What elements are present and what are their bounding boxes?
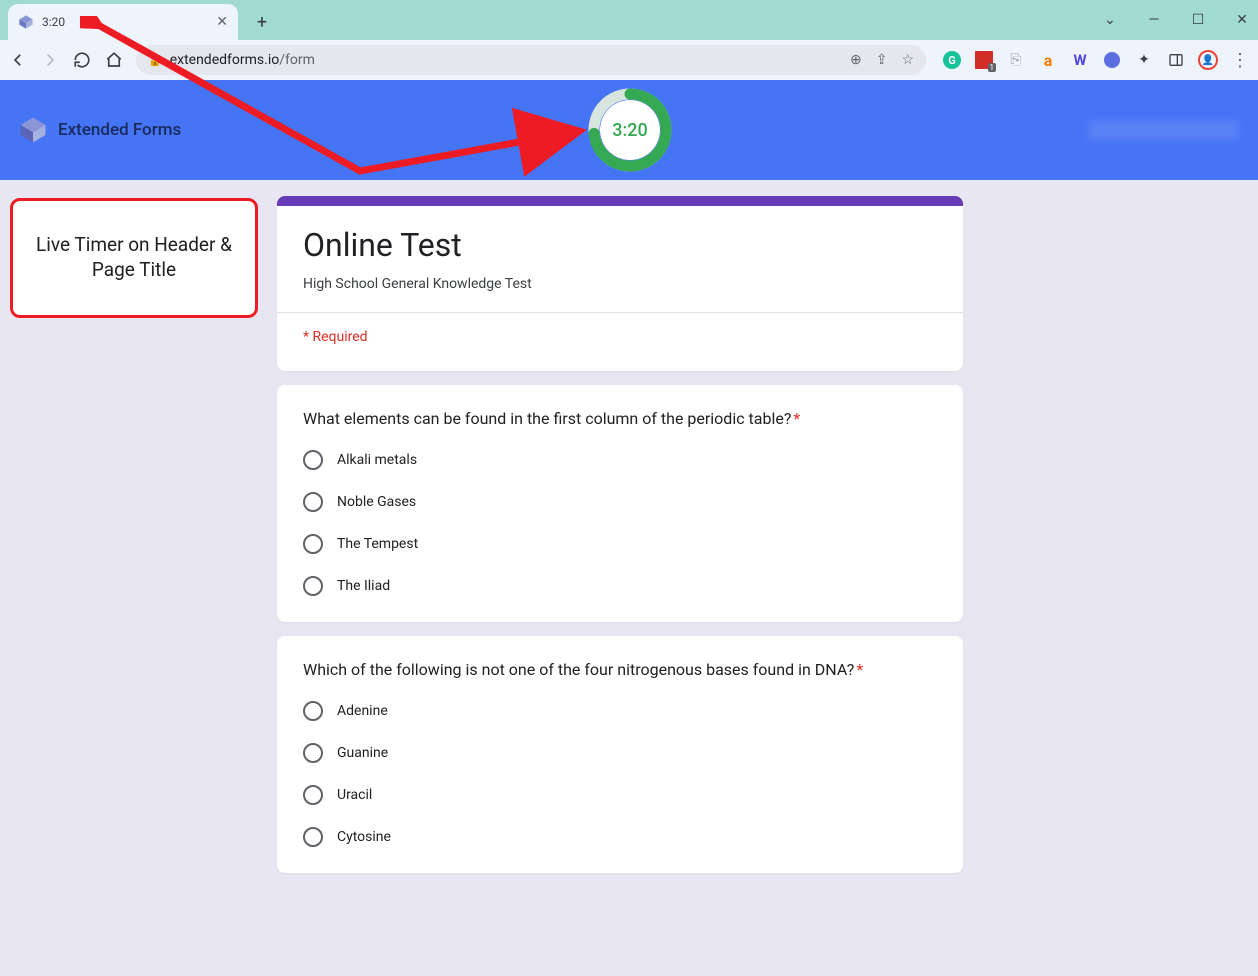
share-icon[interactable]: ⇪ (876, 52, 888, 68)
app-brand-text: Extended Forms (58, 120, 181, 140)
form-title: Online Test (303, 226, 937, 264)
tab-dropdown-icon[interactable]: ⌄ (1100, 12, 1120, 28)
option-label: Cytosine (337, 829, 391, 845)
required-star: * (856, 660, 863, 679)
radio-icon (303, 701, 323, 721)
extensions-puzzle-icon[interactable]: ✦ (1134, 50, 1154, 70)
radio-icon (303, 534, 323, 554)
user-email-blurred (1088, 120, 1238, 140)
ext-grammarly-icon[interactable]: G (942, 50, 962, 70)
app-logo[interactable]: Extended Forms (18, 115, 181, 145)
tab-favicon (18, 14, 34, 30)
new-tab-button[interactable]: + (248, 8, 276, 36)
lock-icon: 🔒 (148, 54, 162, 67)
option-label: The Tempest (337, 536, 418, 552)
radio-option[interactable]: Alkali metals (303, 450, 937, 470)
radio-icon (303, 492, 323, 512)
minimize-icon[interactable]: — (1144, 12, 1164, 28)
forward-button[interactable] (40, 50, 60, 70)
question-card: What elements can be found in the first … (277, 385, 963, 622)
radio-icon (303, 743, 323, 763)
browser-toolbar: 🔒 extendedforms.io/form ⊕ ⇪ ☆ G 1 ⎘ a W … (0, 40, 1258, 80)
question-text: Which of the following is not one of the… (303, 660, 937, 679)
tab-title: 3:20 (42, 15, 65, 29)
radio-icon (303, 450, 323, 470)
required-label: * Required (303, 329, 937, 345)
chrome-menu-icon[interactable]: ⋮ (1230, 50, 1250, 70)
profile-avatar[interactable]: 👤 (1198, 50, 1218, 70)
browser-tab-strip: 3:20 ✕ + ⌄ — ☐ ✕ (0, 0, 1258, 40)
option-label: The Iliad (337, 578, 390, 594)
radio-icon (303, 785, 323, 805)
radio-option[interactable]: Adenine (303, 701, 937, 721)
timer-value: 3:20 (600, 100, 660, 160)
maximize-icon[interactable]: ☐ (1188, 12, 1208, 28)
form-description: High School General Knowledge Test (303, 276, 937, 292)
radio-option[interactable]: The Iliad (303, 576, 937, 596)
back-button[interactable] (8, 50, 28, 70)
question-card: Which of the following is not one of the… (277, 636, 963, 873)
bookmark-icon[interactable]: ☆ (901, 52, 914, 68)
annotation-callout: Live Timer on Header & Page Title (10, 198, 258, 318)
window-controls: ⌄ — ☐ ✕ (1100, 0, 1258, 40)
side-panel-icon[interactable] (1166, 50, 1186, 70)
home-button[interactable] (104, 50, 124, 70)
close-window-icon[interactable]: ✕ (1232, 12, 1252, 28)
extension-icons: G 1 ⎘ a W ✦ 👤 ⋮ (942, 50, 1250, 70)
radio-option[interactable]: Uracil (303, 785, 937, 805)
close-tab-icon[interactable]: ✕ (216, 14, 228, 30)
radio-option[interactable]: Guanine (303, 743, 937, 763)
required-star: * (793, 409, 800, 428)
ext-circle-icon[interactable] (1102, 50, 1122, 70)
countdown-timer: 3:20 (588, 88, 672, 172)
radio-option[interactable]: Noble Gases (303, 492, 937, 512)
option-label: Uracil (337, 787, 372, 803)
option-label: Noble Gases (337, 494, 416, 510)
option-label: Alkali metals (337, 452, 417, 468)
app-header: Extended Forms 3:20 (0, 80, 1258, 180)
form-header-card: Online Test High School General Knowledg… (277, 196, 963, 371)
radio-icon (303, 827, 323, 847)
radio-icon (303, 576, 323, 596)
ext-wappalyzer-icon[interactable]: W (1070, 50, 1090, 70)
radio-option[interactable]: The Tempest (303, 534, 937, 554)
option-label: Adenine (337, 703, 388, 719)
zoom-icon[interactable]: ⊕ (850, 52, 862, 68)
ext-lastpass-icon[interactable]: 1 (974, 50, 994, 70)
url-text: extendedforms.io/form (170, 52, 315, 68)
reload-button[interactable] (72, 50, 92, 70)
option-label: Guanine (337, 745, 388, 761)
radio-option[interactable]: Cytosine (303, 827, 937, 847)
ext-awesome-icon[interactable]: a (1038, 50, 1058, 70)
address-bar[interactable]: 🔒 extendedforms.io/form ⊕ ⇪ ☆ (136, 45, 926, 75)
browser-tab[interactable]: 3:20 ✕ (8, 4, 238, 40)
app-logo-icon (18, 115, 48, 145)
ext-gofullpage-icon[interactable]: ⎘ (1006, 50, 1026, 70)
question-text: What elements can be found in the first … (303, 409, 937, 428)
